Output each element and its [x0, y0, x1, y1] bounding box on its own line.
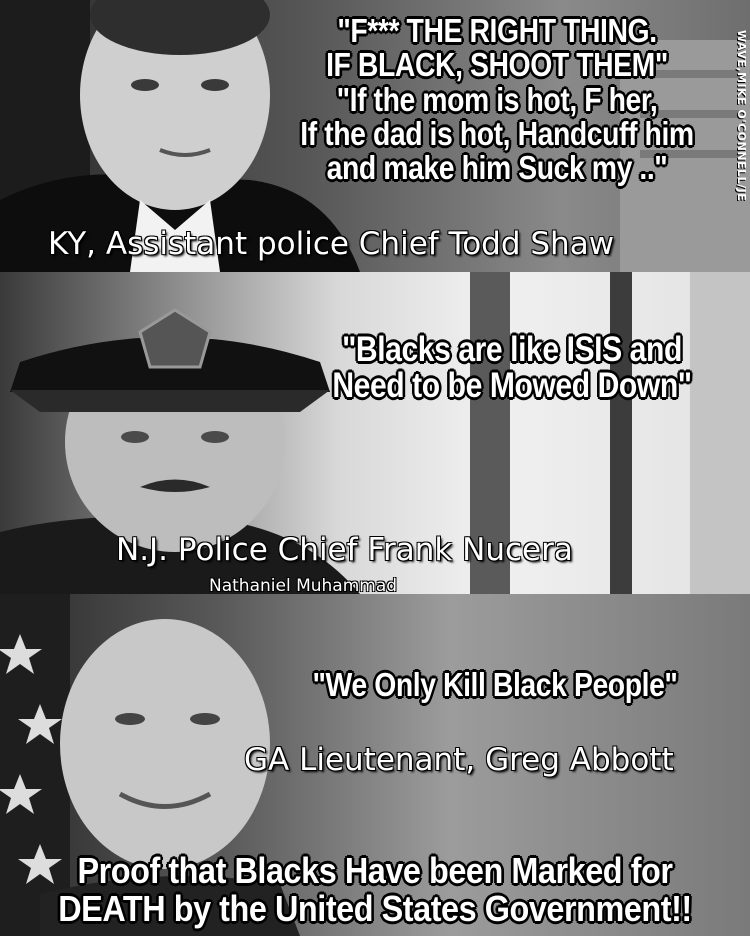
- caption-greg-abbott: GA Lieutenant, Greg Abbott: [244, 742, 674, 778]
- watermark: WAVE,MIKE O'CONNELL/JE: [735, 30, 748, 202]
- quote-line: If the dad is hot, Handcuff him: [300, 114, 694, 152]
- quote-line: Need to be Mowed Down": [332, 366, 692, 406]
- panel-frank-nucera: "Blacks are like ISIS and Need to be Mow…: [0, 272, 750, 594]
- quote-todd-shaw: "F*** THE RIGHT THING. IF BLACK, SHOOT T…: [295, 12, 699, 187]
- meme-image: "F*** THE RIGHT THING. IF BLACK, SHOOT T…: [0, 0, 750, 936]
- quote-line: "If the mom is hot, F her,: [336, 80, 658, 118]
- quote-line: "Blacks are like ISIS and: [342, 330, 682, 369]
- quote-frank-nucera: "Blacks are like ISIS and Need to be Mow…: [314, 330, 710, 406]
- caption-frank-nucera: N.J. Police Chief Frank Nucera: [116, 532, 573, 568]
- tagline: Proof that Blacks Have been Marked for D…: [38, 852, 713, 928]
- tagline-line: Proof that Blacks Have been Marked for: [77, 850, 673, 891]
- caption-todd-shaw: KY, Assistant police Chief Todd Shaw: [48, 226, 615, 262]
- quote-line: "We Only Kill Black People": [312, 666, 678, 703]
- credit-nathaniel-muhammad: Nathaniel Muhammad: [209, 576, 398, 594]
- quote-line: and make him Suck my ..": [326, 149, 668, 187]
- quote-line: "F*** THE RIGHT THING.: [337, 12, 657, 49]
- tagline-line: DEATH by the United States Government!!: [58, 887, 692, 929]
- quote-line: IF BLACK, SHOOT THEM": [326, 46, 668, 84]
- quote-greg-abbott: "We Only Kill Black People": [276, 666, 715, 703]
- panel-todd-shaw: "F*** THE RIGHT THING. IF BLACK, SHOOT T…: [0, 0, 750, 272]
